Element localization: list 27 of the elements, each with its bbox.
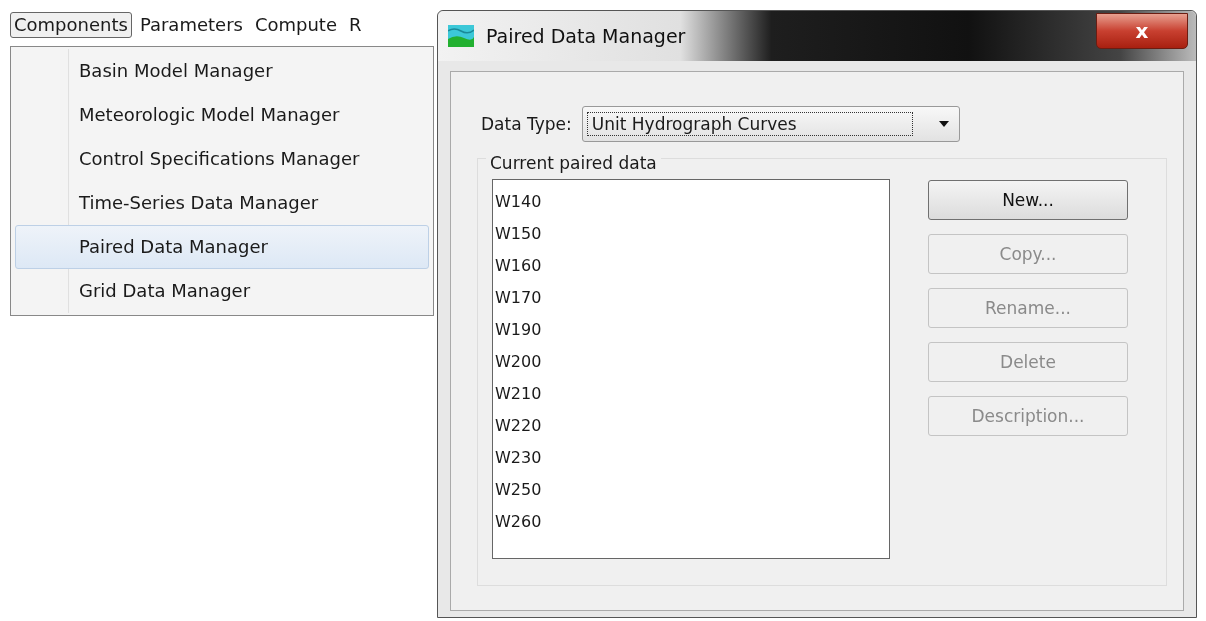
list-item[interactable]: W140 bbox=[495, 186, 889, 218]
menu-item[interactable]: Meteorologic Model Manager bbox=[15, 93, 429, 137]
menu-item[interactable]: Grid Data Manager bbox=[15, 269, 429, 313]
window-title: Paired Data Manager bbox=[486, 25, 686, 47]
data-type-label: Data Type: bbox=[481, 114, 572, 134]
list-item[interactable]: W220 bbox=[495, 410, 889, 442]
data-type-dropdown[interactable]: Unit Hydrograph Curves bbox=[581, 106, 960, 142]
list-item[interactable]: W210 bbox=[495, 378, 889, 410]
menu-bar-item[interactable]: Parameters bbox=[135, 12, 247, 38]
list-item[interactable]: W150 bbox=[495, 218, 889, 250]
list-item[interactable]: W260 bbox=[495, 506, 889, 538]
menu-item[interactable]: Control Specifications Manager bbox=[15, 137, 429, 181]
menu-item[interactable]: Time-Series Data Manager bbox=[15, 181, 429, 225]
menu-bar-item[interactable]: Components bbox=[10, 12, 132, 38]
list-item[interactable]: W190 bbox=[495, 314, 889, 346]
dialog-button[interactable]: New... bbox=[928, 180, 1128, 220]
list-item[interactable]: W200 bbox=[495, 346, 889, 378]
menu-item[interactable]: Basin Model Manager bbox=[15, 49, 429, 93]
close-button[interactable]: x bbox=[1096, 13, 1188, 49]
menu-bar-item[interactable]: R bbox=[345, 12, 366, 38]
menu-bar-item[interactable]: Compute bbox=[250, 12, 341, 38]
menu-item[interactable]: Paired Data Manager bbox=[15, 225, 429, 269]
list-item[interactable]: W250 bbox=[495, 474, 889, 506]
list-item[interactable]: W160 bbox=[495, 250, 889, 282]
list-item[interactable]: W230 bbox=[495, 442, 889, 474]
group-title: Current paired data bbox=[486, 153, 661, 173]
list-item[interactable]: W170 bbox=[495, 282, 889, 314]
